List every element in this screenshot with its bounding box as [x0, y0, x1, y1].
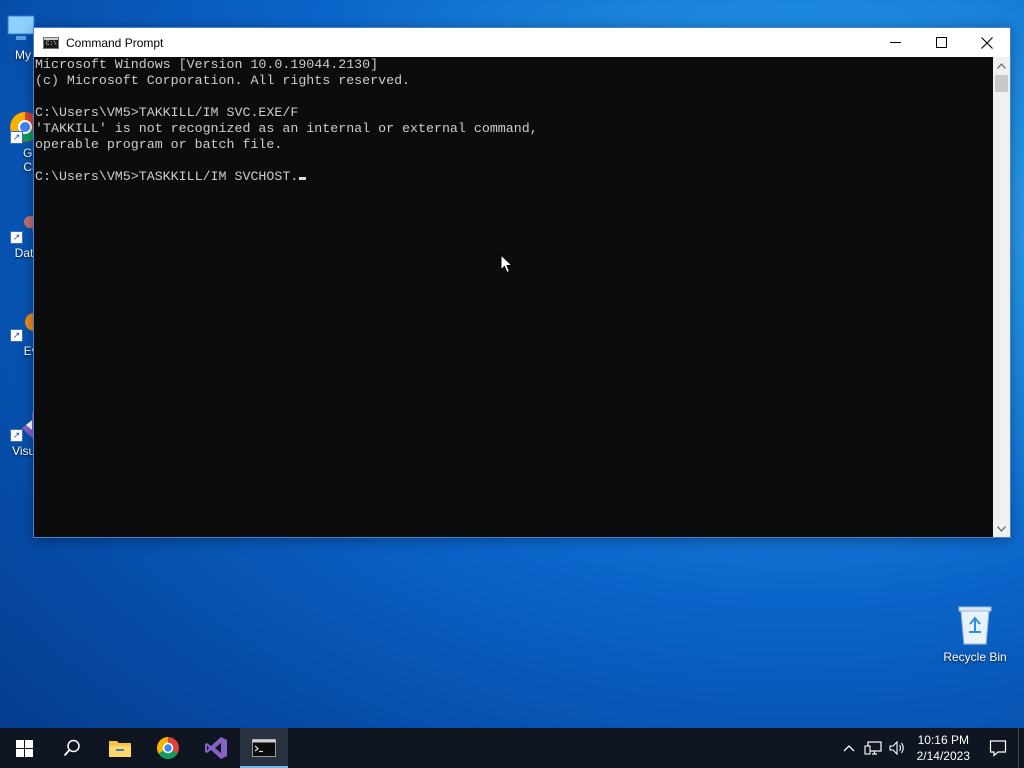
show-desktop-button[interactable] — [1018, 728, 1024, 768]
file-explorer-icon — [109, 741, 131, 757]
vertical-scrollbar[interactable] — [993, 57, 1010, 537]
taskbar: 10:16 PM 2/14/2023 — [0, 728, 1024, 768]
console-line: (c) Microsoft Corporation. All rights re… — [35, 73, 411, 88]
desktop-icon-recycle-bin[interactable]: Recycle Bin — [940, 602, 1010, 664]
console-line: 'TAKKILL' is not recognized as an intern… — [35, 121, 538, 136]
mouse-pointer-icon — [500, 253, 514, 279]
visual-studio-icon — [205, 737, 227, 759]
console-current-command: C:\Users\VM5>TASKKILL/IM SVCHOST. — [35, 169, 299, 184]
taskbar-visual-studio[interactable] — [192, 728, 240, 768]
taskbar-command-prompt[interactable] — [240, 728, 288, 768]
scroll-up-button[interactable] — [993, 57, 1010, 74]
chrome-icon — [157, 737, 179, 759]
console-line — [35, 89, 994, 105]
console-input-line[interactable]: C:\Users\VM5>TASKKILL/IM SVCHOST. — [35, 169, 994, 185]
network-icon — [864, 741, 882, 755]
show-hidden-icons-button[interactable] — [837, 728, 861, 768]
maximize-icon — [935, 37, 947, 48]
chevron-down-icon — [997, 525, 1006, 532]
console-line: operable program or batch file. — [35, 137, 283, 152]
close-button[interactable] — [964, 28, 1010, 57]
clock[interactable]: 10:16 PM 2/14/2023 — [909, 732, 978, 764]
start-icon — [15, 739, 33, 757]
volume-icon — [889, 740, 904, 756]
shortcut-arrow-icon: ↗ — [10, 329, 23, 342]
start-button[interactable] — [0, 728, 48, 768]
shortcut-arrow-icon: ↗ — [10, 231, 23, 244]
console-line: Microsoft Windows [Version 10.0.19044.21… — [35, 57, 379, 72]
search-button[interactable] — [48, 728, 96, 768]
window-title: Command Prompt — [66, 35, 164, 50]
clock-date: 2/14/2023 — [916, 749, 970, 763]
maximize-button[interactable] — [918, 28, 964, 57]
title-bar[interactable]: C:\ Command Prompt — [34, 28, 1010, 57]
text-caret — [299, 177, 307, 180]
clock-time: 10:16 PM — [917, 733, 969, 747]
taskbar-chrome[interactable] — [144, 728, 192, 768]
taskbar-file-explorer[interactable] — [96, 728, 144, 768]
scroll-down-button[interactable] — [993, 520, 1010, 537]
shortcut-arrow-icon: ↗ — [10, 429, 23, 442]
console-output[interactable]: Microsoft Windows [Version 10.0.19044.21… — [34, 57, 994, 537]
command-prompt-icon — [252, 739, 276, 757]
system-tray: 10:16 PM 2/14/2023 — [837, 728, 1024, 768]
command-prompt-window[interactable]: C:\ Command Prompt Microsoft Windows [Ve… — [33, 27, 1011, 538]
network-button[interactable] — [861, 728, 885, 768]
action-center-button[interactable] — [978, 728, 1018, 768]
console-line: C:\Users\VM5>TAKKILL/IM SVC.EXE/F — [35, 105, 299, 120]
minimize-button[interactable] — [872, 28, 918, 57]
minimize-icon — [889, 42, 901, 43]
chevron-up-icon — [843, 745, 855, 752]
shortcut-arrow-icon: ↗ — [10, 131, 23, 144]
recycle-bin-label: Recycle Bin — [943, 650, 1007, 664]
volume-button[interactable] — [885, 728, 909, 768]
scroll-thumb[interactable] — [995, 75, 1008, 92]
recycle-bin-icon — [955, 602, 995, 646]
search-icon — [63, 739, 80, 757]
close-icon — [981, 36, 993, 49]
notification-icon — [989, 740, 1007, 757]
console-line — [35, 153, 994, 169]
command-prompt-icon: C:\ — [43, 36, 59, 49]
chevron-up-icon — [997, 62, 1006, 69]
